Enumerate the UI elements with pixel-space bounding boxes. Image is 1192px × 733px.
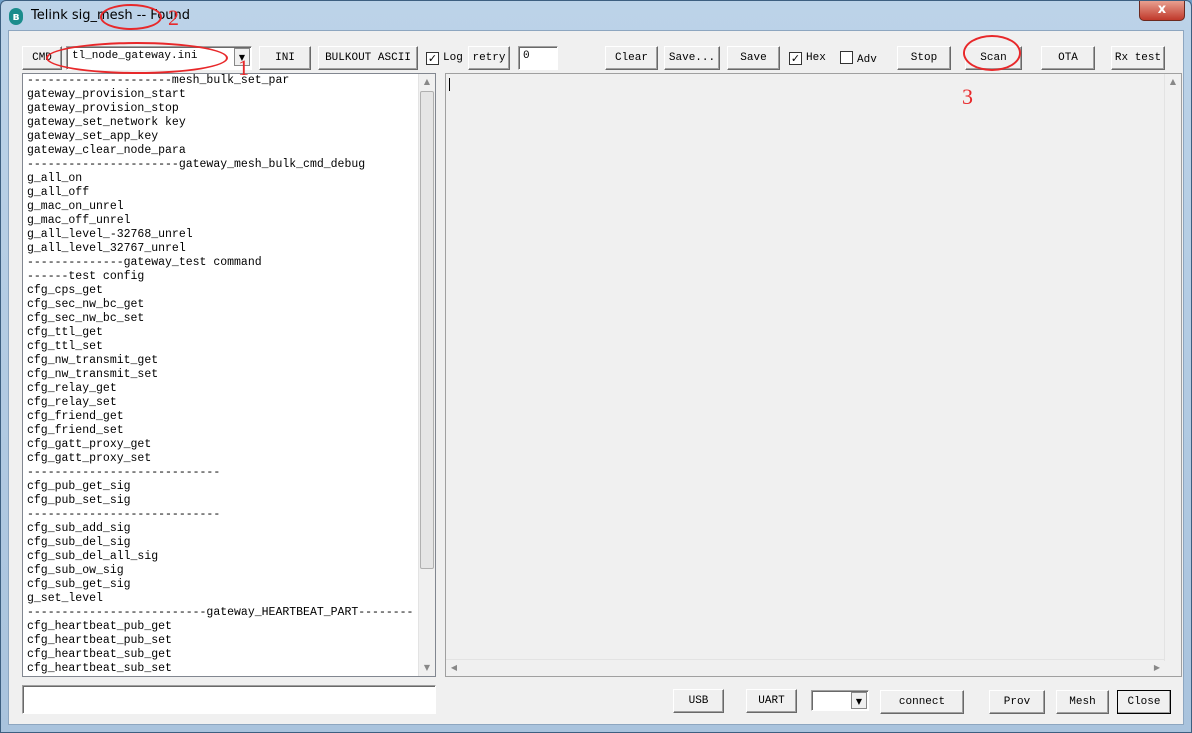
list-item[interactable]: ------test config: [23, 270, 435, 284]
save-button[interactable]: Save: [727, 46, 780, 70]
log-checkbox[interactable]: ✓ Log: [426, 51, 463, 65]
annotation-number-1: 1: [238, 55, 249, 80]
output-vscrollbar[interactable]: ▲: [1164, 74, 1181, 661]
list-item[interactable]: cfg_relay_get: [23, 382, 435, 396]
text-caret: [449, 78, 450, 91]
list-item[interactable]: cfg_sub_get_sig: [23, 578, 435, 592]
list-item[interactable]: gateway_provision_stop: [23, 102, 435, 116]
annotation-number-3: 3: [962, 84, 973, 109]
close-button[interactable]: Close: [1117, 690, 1171, 714]
list-item[interactable]: cfg_heartbeat_pub_set: [23, 634, 435, 648]
ota-button[interactable]: OTA: [1041, 46, 1095, 70]
list-item[interactable]: g_set_level: [23, 592, 435, 606]
list-item[interactable]: g_mac_off_unrel: [23, 214, 435, 228]
scroll-up-icon[interactable]: ▲: [1165, 74, 1181, 90]
annotation-number-2: 2: [168, 5, 179, 30]
checkbox-checked-icon: ✓: [426, 52, 439, 65]
list-item[interactable]: cfg_sec_nw_bc_set: [23, 312, 435, 326]
list-item[interactable]: ----------------------gateway_mesh_bulk_…: [23, 158, 435, 172]
list-item[interactable]: cfg_gatt_proxy_set: [23, 452, 435, 466]
mesh-button[interactable]: Mesh: [1056, 690, 1109, 714]
retry-button[interactable]: retry: [468, 46, 510, 70]
list-item[interactable]: cfg_pub_get_sig: [23, 480, 435, 494]
hex-checkbox[interactable]: ✓ Hex: [789, 51, 826, 65]
hex-label: Hex: [806, 52, 826, 64]
list-item[interactable]: --------------------------gateway_HEARTB…: [23, 606, 435, 620]
stop-button[interactable]: Stop: [897, 46, 951, 70]
list-item[interactable]: cfg_sub_del_sig: [23, 536, 435, 550]
window-close-button[interactable]: x: [1139, 1, 1185, 21]
list-item[interactable]: cfg_friend_get: [23, 410, 435, 424]
list-item[interactable]: cfg_sub_del_all_sig: [23, 550, 435, 564]
command-list[interactable]: ---------------------mesh_bulk_set_par ga…: [22, 73, 436, 677]
list-item[interactable]: cfg_sub_add_sig: [23, 522, 435, 536]
list-item[interactable]: cfg_relay_set: [23, 396, 435, 410]
list-item[interactable]: cfg_nw_transmit_set: [23, 368, 435, 382]
rx-test-button[interactable]: Rx test: [1111, 46, 1165, 70]
list-item[interactable]: g_mac_on_unrel: [23, 200, 435, 214]
list-item[interactable]: cfg_ttl_get: [23, 326, 435, 340]
scroll-left-icon[interactable]: ◀: [446, 660, 462, 676]
bulkout-ascii-button[interactable]: BULKOUT ASCII: [318, 46, 418, 70]
list-item[interactable]: gateway_set_app_key: [23, 130, 435, 144]
annotation-ellipse-3: [963, 35, 1021, 71]
scroll-right-icon[interactable]: ▶: [1149, 660, 1165, 676]
list-item[interactable]: cfg_heartbeat_pub_get: [23, 620, 435, 634]
list-scrollbar[interactable]: ▲ ▼: [418, 74, 435, 676]
connect-button[interactable]: connect: [880, 690, 964, 714]
list-item[interactable]: ----------------------------: [23, 466, 435, 480]
scroll-thumb[interactable]: [420, 91, 434, 569]
bluetooth-icon: ʙ: [9, 8, 23, 25]
list-item[interactable]: cfg_pub_set_sig: [23, 494, 435, 508]
scroll-down-icon[interactable]: ▼: [419, 660, 435, 676]
list-item[interactable]: cfg_nw_transmit_get: [23, 354, 435, 368]
retry-input[interactable]: 0: [518, 46, 558, 70]
list-item[interactable]: cfg_ttl_set: [23, 340, 435, 354]
log-label: Log: [443, 52, 463, 64]
list-item[interactable]: gateway_provision_start: [23, 88, 435, 102]
list-item[interactable]: cfg_cps_get: [23, 284, 435, 298]
annotation-ellipse-2: [100, 4, 162, 30]
list-item[interactable]: cfg_sub_ow_sig: [23, 564, 435, 578]
chevron-down-icon[interactable]: ▼: [851, 692, 867, 709]
prov-button[interactable]: Prov: [989, 690, 1045, 714]
list-item[interactable]: g_all_on: [23, 172, 435, 186]
command-input[interactable]: [22, 685, 436, 714]
list-item[interactable]: cfg_sec_nw_bc_get: [23, 298, 435, 312]
adv-checkbox[interactable]: Adv: [840, 51, 877, 67]
output-log[interactable]: ▲ ◀ ▶: [445, 73, 1182, 677]
list-item[interactable]: ----------------------------: [23, 508, 435, 522]
annotation-ellipse-1: [46, 42, 228, 74]
list-item[interactable]: g_all_off: [23, 186, 435, 200]
list-item[interactable]: g_all_level_-32768_unrel: [23, 228, 435, 242]
list-item[interactable]: cfg_friend_set: [23, 424, 435, 438]
list-item[interactable]: gateway_clear_node_para: [23, 144, 435, 158]
ini-button[interactable]: INI: [259, 46, 311, 70]
list-item[interactable]: g_all_level_32767_unrel: [23, 242, 435, 256]
uart-button[interactable]: UART: [746, 689, 797, 713]
adv-label: Adv: [857, 54, 877, 66]
output-hscrollbar[interactable]: ◀ ▶: [446, 659, 1165, 676]
list-item[interactable]: ---------------------mesh_bulk_set_par: [23, 74, 435, 88]
list-item[interactable]: cfg_heartbeat_sub_get: [23, 648, 435, 662]
checkbox-checked-icon: ✓: [789, 52, 802, 65]
usb-button[interactable]: USB: [673, 689, 724, 713]
scroll-up-icon[interactable]: ▲: [419, 74, 435, 90]
clear-button[interactable]: Clear: [605, 46, 658, 70]
list-item[interactable]: cfg_heartbeat_sub_set: [23, 662, 435, 676]
checkbox-unchecked-icon: [840, 51, 853, 64]
list-item[interactable]: cfg_gatt_proxy_get: [23, 438, 435, 452]
list-item[interactable]: gateway_set_network key: [23, 116, 435, 130]
list-item[interactable]: --------------gateway_test command: [23, 256, 435, 270]
save-as-button[interactable]: Save...: [664, 46, 720, 70]
